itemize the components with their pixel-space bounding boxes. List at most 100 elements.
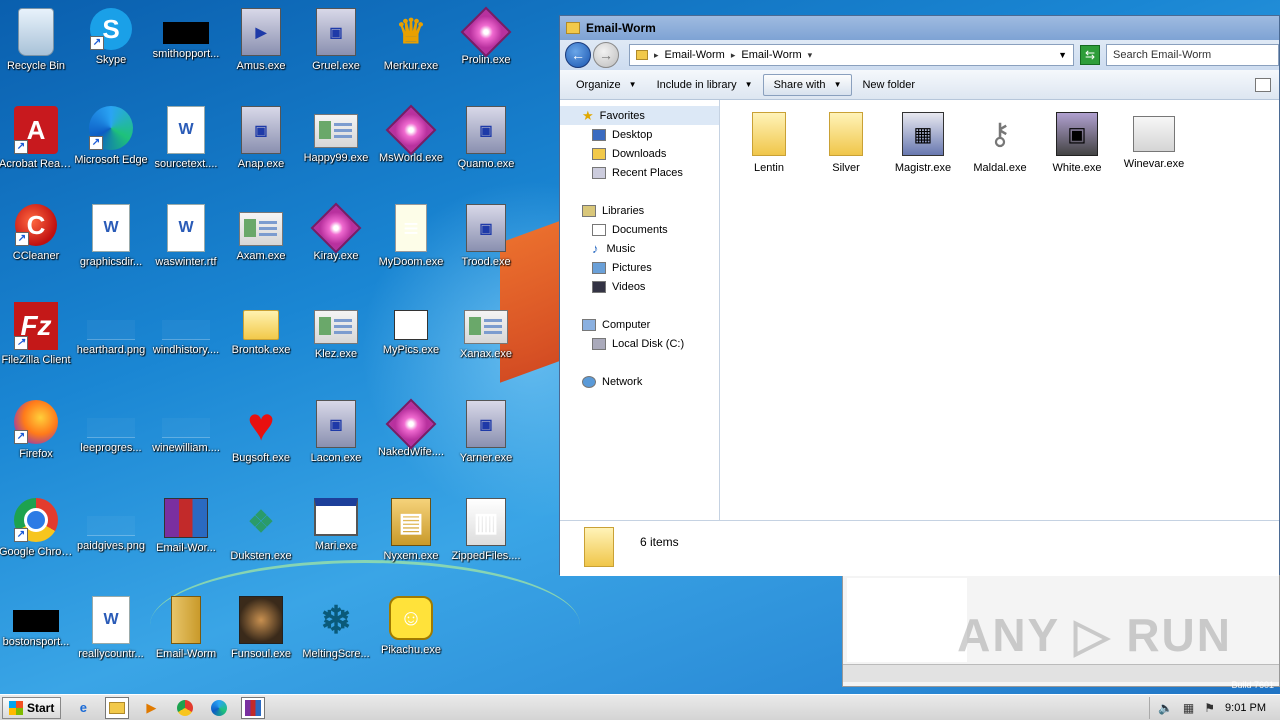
- chrome-taskbar-icon[interactable]: [173, 697, 197, 719]
- desktop-icon-item[interactable]: Klez.exe: [298, 296, 374, 388]
- desktop-icon-item[interactable]: Axam.exe: [223, 198, 299, 290]
- desktop-icon-item[interactable]: A↗ Acrobat Reader DC: [0, 100, 74, 192]
- nav-downloads[interactable]: Downloads: [560, 144, 719, 163]
- desktop-icon-item[interactable]: Kiray.exe: [298, 198, 374, 290]
- desktop-icon-item[interactable]: ▣ Yarner.exe: [448, 394, 524, 486]
- desktop-icon-item[interactable]: MsWorld.exe: [373, 100, 449, 192]
- desktop-icon-item[interactable]: Brontok.exe: [223, 296, 299, 388]
- file-list[interactable]: Lentin Silver ▦ Magistr.exe ⚷ Maldal.exe ▣ Whit…: [720, 100, 1279, 520]
- desktop-icon-item[interactable]: Wwaswinter.rtf: [148, 198, 224, 290]
- change-view-icon[interactable]: [1255, 77, 1271, 92]
- file-item[interactable]: Winevar.exe: [1119, 112, 1189, 170]
- nav-local-disk[interactable]: Local Disk (C:): [560, 334, 719, 353]
- include-in-library-button[interactable]: Include in library ▼: [647, 75, 763, 95]
- desktop-icon-item[interactable]: Fz ↗ FileZilla Client: [0, 296, 74, 388]
- desktop-icon-item[interactable]: Wgraphicsdir...: [73, 198, 149, 290]
- breadcrumb-chevron-icon[interactable]: ▾: [808, 50, 813, 61]
- address-bar[interactable]: ▸ Email-Worm ▸ Email-Worm ▾ ▼: [629, 44, 1074, 66]
- desktop-icon-item[interactable]: Xanax.exe: [448, 296, 524, 388]
- organize-button[interactable]: Organize ▼: [566, 75, 647, 95]
- nav-favorites[interactable]: ★ Favorites: [560, 106, 719, 125]
- desktop-icon-item[interactable]: S ↗ Skype: [73, 2, 149, 94]
- desktop-icon-item[interactable]: leeprogres...: [73, 394, 149, 486]
- nav-desktop[interactable]: Desktop: [560, 125, 719, 144]
- winrar-taskbar-icon[interactable]: [241, 696, 266, 719]
- share-with-button[interactable]: Share with ▼: [762, 73, 853, 96]
- file-item[interactable]: ⚷ Maldal.exe: [965, 112, 1035, 175]
- desktop-icon-item[interactable]: MyPics.exe: [373, 296, 449, 388]
- nav-libraries[interactable]: Libraries: [560, 201, 719, 220]
- file-item[interactable]: ▦ Magistr.exe: [888, 112, 958, 174]
- desktop-icon-item[interactable]: ❖ Duksten.exe: [223, 492, 299, 584]
- desktop-icon-item[interactable]: Happy99.exe: [298, 100, 374, 192]
- clock[interactable]: 9:01 PM: [1225, 702, 1266, 714]
- forward-button[interactable]: →: [593, 42, 619, 68]
- desktop-icon-item[interactable]: paidgives.png: [73, 492, 149, 584]
- internet-explorer-icon[interactable]: e: [71, 697, 95, 719]
- nav-pictures[interactable]: Pictures: [560, 258, 719, 277]
- desktop-icon-item[interactable]: Prolin.exe: [448, 2, 524, 94]
- back-button[interactable]: ←: [565, 42, 591, 68]
- nav-documents[interactable]: Documents: [560, 220, 719, 239]
- desktop-icon-item[interactable]: ▣ Trood.exe: [448, 198, 524, 290]
- nav-music[interactable]: ♪ Music: [560, 239, 719, 258]
- file-item[interactable]: ▣ White.exe: [1042, 112, 1112, 174]
- desktop-icon-item[interactable]: Recycle Bin: [0, 2, 74, 94]
- file-item[interactable]: Lentin: [734, 112, 804, 174]
- desktop-icon-item[interactable]: ▣ Quamo.exe: [448, 100, 524, 192]
- desktop-icon-item[interactable]: smithopport...: [148, 2, 224, 94]
- breadcrumb-item[interactable]: Email-Worm: [665, 49, 725, 61]
- nav-videos[interactable]: Videos: [560, 277, 719, 296]
- navigation-pane[interactable]: ★ Favorites Desktop Downloads Recent Plac…: [560, 100, 720, 520]
- desktop-icon-item[interactable]: ♛ Merkur.exe: [373, 2, 449, 94]
- desktop-icon-item[interactable]: ☺ Pikachu.exe: [373, 590, 449, 682]
- desktop-icon-item[interactable]: ≡ MyDoom.exe: [373, 198, 449, 290]
- start-button[interactable]: Start: [2, 696, 62, 719]
- explorer-window[interactable]: Email-Worm ← → ▸ Email-Worm ▸ Email-Worm…: [559, 15, 1280, 576]
- music-icon: ♪: [592, 241, 599, 256]
- edge-taskbar-icon[interactable]: [207, 697, 231, 719]
- desktop-icon-item[interactable]: ▣ Gruel.exe: [298, 2, 374, 94]
- refresh-button[interactable]: ⇆: [1080, 45, 1100, 65]
- breadcrumb-item[interactable]: Email-Worm: [741, 49, 801, 61]
- desktop-icon-item[interactable]: hearthard.png: [73, 296, 149, 388]
- desktop-icon-item[interactable]: Wsourcetext....: [148, 100, 224, 192]
- nav-computer[interactable]: Computer: [560, 315, 719, 334]
- breadcrumb-chevron-icon[interactable]: ▸: [654, 50, 659, 61]
- explorer-taskbar-icon[interactable]: [105, 696, 130, 719]
- desktop-icon-item[interactable]: windhistory....: [148, 296, 224, 388]
- explorer-titlebar[interactable]: Email-Worm: [560, 16, 1279, 40]
- desktop-icon-item[interactable]: Wreallycountr...: [73, 590, 149, 682]
- desktop-icon-item[interactable]: ▣ Lacon.exe: [298, 394, 374, 486]
- file-item[interactable]: Silver: [811, 112, 881, 174]
- desktop-icon-item[interactable]: ▶ Amus.exe: [223, 2, 299, 94]
- media-player-icon[interactable]: ▶: [139, 697, 163, 719]
- desktop-icon-item[interactable]: ♥ Bugsoft.exe: [223, 394, 299, 486]
- network-tray-icon[interactable]: ▦: [1183, 701, 1194, 715]
- desktop-icon-item[interactable]: bostonsport...: [0, 590, 74, 682]
- address-dropdown-icon[interactable]: ▼: [1058, 50, 1067, 60]
- desktop-icon-label: Nyxem.exe: [383, 550, 439, 562]
- desktop-icon-item[interactable]: Email-Wor...: [148, 492, 224, 584]
- volume-icon[interactable]: 🔈: [1158, 701, 1173, 715]
- desktop-icon-item[interactable]: C ↗ CCleaner: [0, 198, 74, 290]
- desktop-icon-item[interactable]: ↗ Microsoft Edge: [73, 100, 149, 192]
- desktop-icon-item[interactable]: ▣ Anap.exe: [223, 100, 299, 192]
- desktop-icon-item[interactable]: Email-Worm: [148, 590, 224, 682]
- desktop-icon-item[interactable]: ↗ Google Chrome: [0, 492, 74, 584]
- breadcrumb-chevron-icon[interactable]: ▸: [731, 50, 736, 61]
- desktop-icon-label: Skype: [95, 54, 127, 66]
- nav-recent-places[interactable]: Recent Places: [560, 163, 719, 182]
- desktop-icon-item[interactable]: ▥ ZippedFiles....: [448, 492, 524, 584]
- desktop-icon-item[interactable]: Funsoul.exe: [223, 590, 299, 682]
- desktop-icon-item[interactable]: Mari.exe: [298, 492, 374, 584]
- search-input[interactable]: Search Email-Worm: [1106, 44, 1279, 66]
- nav-network[interactable]: Network: [560, 372, 719, 391]
- desktop-icon-item[interactable]: ❄ MeltingScre...: [298, 590, 374, 682]
- action-center-flag-icon[interactable]: ⚑: [1204, 701, 1215, 715]
- desktop-icon-item[interactable]: ↗ Firefox: [0, 394, 74, 486]
- desktop-icon-item[interactable]: NakedWife....: [373, 394, 449, 486]
- new-folder-button[interactable]: New folder: [852, 75, 925, 95]
- desktop-icon-item[interactable]: ▤ Nyxem.exe: [373, 492, 449, 584]
- desktop-icon-item[interactable]: winewilliam....: [148, 394, 224, 486]
